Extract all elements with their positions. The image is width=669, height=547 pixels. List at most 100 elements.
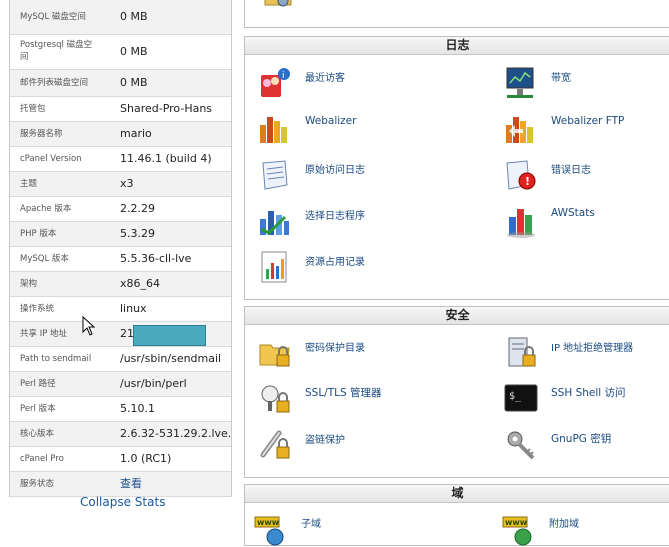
item-label: AWStats: [551, 207, 595, 219]
ssh-shell-access-item[interactable]: $_ SSH Shell 访问: [503, 381, 626, 417]
resource-usage-item[interactable]: 资源占用记录: [257, 249, 365, 285]
stat-label: MySQL 版本: [20, 254, 69, 264]
webalizer-ftp-item[interactable]: Webalizer FTP: [503, 111, 624, 147]
stat-label: MySQL 磁盘空间: [20, 12, 86, 22]
stat-row-cpanel-pro: cPanel Pro 1.0 (RC1): [10, 447, 231, 472]
svg-text:www: www: [257, 518, 280, 527]
stat-label: 服务器名称: [20, 129, 63, 139]
domains-section-title: 域: [245, 485, 669, 503]
log-program-icon: [260, 211, 289, 235]
stat-value: linux: [120, 302, 147, 315]
stat-row-cpanel-version: cPanel Version 11.46.1 (build 4): [10, 147, 231, 172]
svg-text:i: i: [282, 71, 285, 81]
addon-domain-icon: www: [502, 516, 532, 546]
stat-label: 邮件列表磁盘空间: [20, 78, 89, 88]
item-label: 密码保护目录: [305, 343, 365, 354]
stat-value: Shared-Pro-Hans: [120, 102, 213, 115]
folder-gear-icon: [264, 0, 292, 7]
item-label: Webalizer: [305, 115, 357, 127]
stat-value: 11.46.1 (build 4): [120, 152, 212, 165]
item-label: 最近访客: [305, 73, 345, 84]
ip-deny-icon: [508, 337, 536, 367]
stat-label: PHP 版本: [20, 229, 57, 239]
service-status-view-link[interactable]: 查看: [120, 477, 142, 490]
stat-value: 5.3.29: [120, 227, 155, 240]
stat-label: 托管包: [20, 104, 46, 114]
stat-value: x86_64: [120, 277, 161, 290]
stat-value: 0 MB: [120, 76, 148, 89]
stat-value: 1.0 (RC1): [120, 452, 172, 465]
item-label: 原始访问日志: [305, 165, 365, 176]
error-log-icon: !: [506, 160, 536, 190]
webalizer-icon: [260, 117, 287, 143]
subdomain-icon: www: [254, 516, 284, 546]
stat-row-hosting-package: 托管包 Shared-Pro-Hans: [10, 97, 231, 122]
stat-value: 0 MB: [120, 10, 148, 23]
stat-row-sendmail-path: Path to sendmail /usr/sbin/sendmail: [10, 347, 231, 372]
item-label: 附加域: [549, 519, 579, 530]
item-label: 带宽: [551, 73, 571, 84]
subdomains-item[interactable]: www 子域: [253, 511, 321, 547]
stat-row-os: 操作系统 linux: [10, 297, 231, 322]
svg-text:$_: $_: [509, 391, 522, 402]
domains-section: 域 www 子域 www 附加域: [244, 484, 669, 546]
raw-access-log-item[interactable]: 原始访问日志: [257, 157, 365, 193]
svg-text:!: !: [525, 175, 530, 188]
stat-value: /usr/sbin/sendmail: [120, 352, 222, 365]
resource-usage-icon: [261, 251, 287, 283]
gnupg-keys-item[interactable]: GnuPG 密钥: [503, 427, 611, 463]
stat-value: 5.5.36-cll-lve: [120, 252, 192, 265]
stat-row-postgres-disk: Postgresql 磁盘空间 0 MB: [10, 35, 231, 70]
gnupg-icon: [507, 431, 535, 460]
raw-log-icon: [262, 160, 288, 190]
error-log-item[interactable]: ! 错误日志: [503, 157, 591, 193]
ip-deny-manager-item[interactable]: IP 地址拒绝管理器: [503, 335, 633, 371]
ssh-icon: $_: [504, 384, 538, 412]
choose-log-program-item[interactable]: 选择日志程序: [257, 203, 365, 239]
collapse-stats-link[interactable]: Collapse Stats: [80, 495, 165, 509]
stat-row-shared-ip: 共享 IP 地址 216.: [10, 322, 231, 347]
stat-row-mysql-disk: MySQL 磁盘空间 0 MB: [10, 0, 231, 35]
logs-section: 日志 i 最近访客 带宽 Webalizer Webalizer FTP 原始访…: [244, 36, 669, 300]
security-section: 安全 密码保护目录 IP 地址拒绝管理器 SSL/TLS 管理器 $_ SSH …: [244, 306, 669, 478]
stat-row-perl-path: Perl 路径 /usr/bin/perl: [10, 372, 231, 397]
stat-value: 216.: [108, 322, 231, 346]
stat-label: cPanel Pro: [20, 454, 64, 464]
latest-visitors-item[interactable]: i 最近访客: [257, 65, 345, 101]
ssl-tls-manager-item[interactable]: SSL/TLS 管理器: [257, 381, 381, 417]
item-label: 选择日志程序: [305, 211, 365, 222]
stats-panel: MySQL 磁盘空间 0 MB Postgresql 磁盘空间 0 MB 邮件列…: [9, 0, 232, 497]
stat-value: x3: [120, 177, 134, 190]
webalizer-ftp-icon: [506, 117, 533, 143]
item-label: IP 地址拒绝管理器: [551, 343, 634, 354]
stat-row-php-version: PHP 版本 5.3.29: [10, 222, 231, 247]
stat-label: Perl 版本: [20, 404, 56, 414]
stat-label: Postgresql 磁盘空间: [20, 40, 93, 62]
item-label: SSH Shell 访问: [551, 387, 626, 399]
hotlink-protection-item[interactable]: 盗链保护: [257, 427, 345, 463]
svg-text:www: www: [505, 518, 528, 527]
stat-value: 5.10.1: [120, 402, 155, 415]
bandwidth-item[interactable]: 带宽: [503, 65, 571, 101]
stat-row-theme: 主题 x3: [10, 172, 231, 197]
stat-label: Perl 路径: [20, 379, 56, 389]
ssl-icon: [261, 385, 290, 413]
item-label: 盗链保护: [305, 435, 345, 446]
awstats-icon: [507, 209, 535, 238]
bandwidth-icon: [506, 67, 534, 98]
item-label: Webalizer FTP: [551, 115, 625, 127]
stat-label: cPanel Version: [20, 154, 82, 164]
item-label: 资源占用记录: [305, 257, 365, 268]
logs-section-title: 日志: [245, 37, 669, 55]
stat-row-kernel-version: 核心版本 2.6.32-531.29.2.lve...: [10, 422, 231, 447]
stat-row-perl-version: Perl 版本 5.10.1: [10, 397, 231, 422]
awstats-item[interactable]: AWStats: [503, 203, 595, 239]
password-protect-dir-item[interactable]: 密码保护目录: [257, 335, 365, 371]
webalizer-item[interactable]: Webalizer: [257, 111, 356, 147]
stat-label: 核心版本: [20, 429, 55, 439]
addon-domains-item[interactable]: www 附加域: [501, 511, 579, 547]
item-label: SSL/TLS 管理器: [305, 387, 382, 399]
security-section-title: 安全: [245, 307, 669, 325]
stat-value: mario: [120, 127, 152, 140]
visitors-icon: i: [261, 68, 290, 97]
